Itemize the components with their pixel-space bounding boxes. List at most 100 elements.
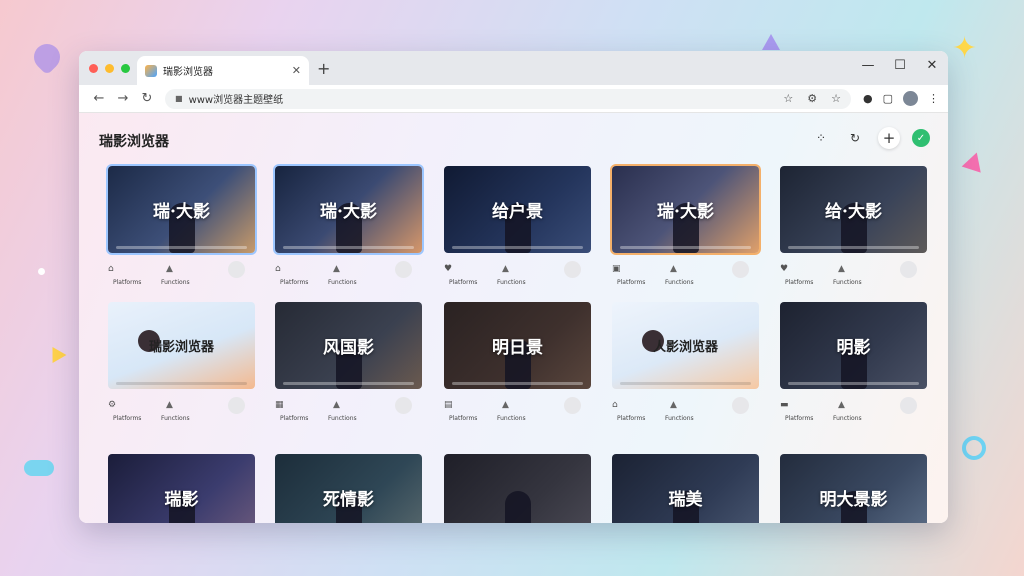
sync-status-icon[interactable]: ✓ (912, 129, 930, 147)
wallpaper-thumbnail[interactable]: 给·大影 (780, 166, 927, 253)
customize-icon[interactable]: ⁘ (810, 127, 832, 149)
card-label-function: Functions (328, 279, 357, 286)
wallpaper-thumbnail[interactable]: 明大景影 (780, 454, 927, 523)
wallpaper-card[interactable]: 人影浏览器 ⌂ ▲ Platforms Functions (612, 302, 759, 423)
tab-active[interactable]: 瑞影浏览器 ✕ (137, 56, 309, 85)
card-label-platform: Platforms (617, 279, 646, 286)
wallpaper-card[interactable]: 死情影 (275, 454, 422, 523)
back-icon[interactable]: ← (87, 91, 111, 106)
menu-icon[interactable]: ⋮ (928, 92, 939, 105)
maximize-icon[interactable]: ☐ (892, 58, 908, 73)
wallpaper-thumbnail[interactable]: 瑞影 (108, 454, 255, 523)
sidebar-icon[interactable]: ▢ (883, 92, 893, 105)
wallpaper-thumbnail[interactable] (444, 454, 591, 523)
card-label-function: Functions (833, 279, 862, 286)
folder-icon: ▬ (780, 400, 789, 410)
refresh-icon[interactable]: ↻ (844, 127, 866, 149)
url-text: www浏览器主题壁纸 (188, 95, 284, 106)
character-figure (504, 491, 531, 523)
bird-icon: ♥ (444, 264, 453, 274)
decor-triangle (45, 342, 67, 364)
thumbnail-taskbar (620, 246, 751, 249)
decor-triangle (762, 34, 780, 50)
select-toggle[interactable] (900, 396, 917, 414)
select-toggle[interactable] (564, 260, 581, 278)
extension-icon[interactable]: ⚙ (807, 92, 817, 105)
decor-heart (28, 38, 66, 76)
address-bar[interactable]: ■ www浏览器主题壁纸 ☆ ⚙ ☆ (165, 88, 851, 109)
wallpaper-thumbnail[interactable]: 瑞影浏览器 (108, 302, 255, 389)
close-icon[interactable]: ✕ (924, 58, 940, 73)
favicon-icon (145, 64, 157, 77)
wallpaper-card[interactable]: 瑞·大影 ▣ ▲ Platforms Functions (612, 166, 759, 287)
add-button[interactable]: + (878, 127, 900, 149)
select-toggle[interactable] (395, 396, 412, 414)
card-meta: ⚙ ▲ (108, 396, 255, 414)
thumbnail-title: 瑞影浏览器 (148, 340, 214, 355)
card-meta: ⌂ ▲ (612, 396, 759, 414)
profile-avatar[interactable] (903, 91, 919, 106)
wallpaper-card[interactable]: 明日景 ▤ ▲ Platforms Functions (444, 302, 591, 423)
zoom-dot[interactable] (121, 63, 130, 73)
wallpaper-thumbnail[interactable]: 明日景 (444, 302, 591, 389)
card-labels: Platforms Functions (444, 415, 591, 423)
thumbnail-title: 死情影 (323, 490, 374, 510)
wallpaper-card[interactable]: 瑞·大影 ⌂ ▲ Platforms Functions (275, 166, 422, 287)
reload-icon[interactable]: ↻ (135, 91, 159, 106)
header-actions: ⁘ ↻ + ✓ (810, 127, 930, 149)
wallpaper-thumbnail[interactable]: 死情影 (275, 454, 422, 523)
thumbnail-title: 瑞影 (164, 490, 199, 510)
wallpaper-thumbnail[interactable]: 瑞·大影 (275, 166, 422, 253)
wallpaper-card[interactable]: 给·大影 ♥ ▲ Platforms Functions (780, 166, 927, 287)
thumbnail-title: 明大景影 (819, 490, 888, 510)
minimize-icon[interactable]: — (860, 58, 876, 73)
card-label-function: Functions (833, 415, 862, 422)
minimize-dot[interactable] (105, 63, 114, 73)
gift-icon: ▲ (166, 400, 173, 410)
thumbnail-taskbar (283, 246, 414, 249)
wallpaper-card[interactable]: 瑞影浏览器 ⚙ ▲ Platforms Functions (108, 302, 255, 423)
gift-icon: ▲ (670, 264, 677, 274)
gift-icon: ▲ (502, 264, 509, 274)
select-toggle[interactable] (732, 396, 749, 414)
decor-blob (24, 460, 54, 476)
wallpaper-card[interactable]: 风国影 ▦ ▲ Platforms Functions (275, 302, 422, 423)
gift-icon: ▲ (502, 400, 509, 410)
select-toggle[interactable] (228, 260, 245, 278)
wallpaper-card[interactable]: 明影 ▬ ▲ Platforms Functions (780, 302, 927, 423)
wallpaper-card[interactable]: 瑞美 (612, 454, 759, 523)
bookmark-star-icon[interactable]: ☆ (783, 92, 793, 105)
select-toggle[interactable] (395, 260, 412, 278)
select-toggle[interactable] (732, 260, 749, 278)
favorites-icon[interactable]: ☆ (831, 92, 841, 105)
address-toolbar: ← → ↻ ■ www浏览器主题壁纸 ☆ ⚙ ☆ ● ▢ ⋮ (79, 85, 948, 113)
wallpaper-thumbnail[interactable]: 给户景 (444, 166, 591, 253)
wallpaper-thumbnail[interactable]: 瑞·大影 (108, 166, 255, 253)
toolbar-right: ● ▢ ⋮ (863, 91, 939, 106)
settings-icon[interactable]: ● (863, 92, 873, 105)
thumbnail-taskbar (788, 246, 919, 249)
wallpaper-card[interactable]: 瑞·大影 ⌂ ▲ Platforms Functions (108, 166, 255, 287)
wallpaper-card[interactable]: 给户景 ♥ ▲ Platforms Functions (444, 166, 591, 287)
close-dot[interactable] (89, 63, 98, 73)
wallpaper-thumbnail[interactable]: 人影浏览器 (612, 302, 759, 389)
thumbnail-taskbar (452, 382, 583, 385)
wallpaper-thumbnail[interactable]: 风国影 (275, 302, 422, 389)
card-meta: ▦ ▲ (275, 396, 422, 414)
forward-icon[interactable]: → (111, 91, 135, 106)
card-label-platform: Platforms (449, 415, 478, 422)
card-label-function: Functions (328, 415, 357, 422)
wallpaper-card[interactable]: 瑞影 (108, 454, 255, 523)
new-tab-button[interactable]: + (317, 59, 330, 78)
tab-close-icon[interactable]: ✕ (292, 64, 301, 77)
wallpaper-thumbnail[interactable]: 明影 (780, 302, 927, 389)
select-toggle[interactable] (900, 260, 917, 278)
card-label-platform: Platforms (280, 415, 309, 422)
wallpaper-card[interactable] (444, 454, 591, 523)
wallpaper-thumbnail[interactable]: 瑞·大影 (612, 166, 759, 253)
wallpaper-thumbnail[interactable]: 瑞美 (612, 454, 759, 523)
thumbnail-taskbar (788, 382, 919, 385)
select-toggle[interactable] (228, 396, 245, 414)
wallpaper-card[interactable]: 明大景影 (780, 454, 927, 523)
select-toggle[interactable] (564, 396, 581, 414)
